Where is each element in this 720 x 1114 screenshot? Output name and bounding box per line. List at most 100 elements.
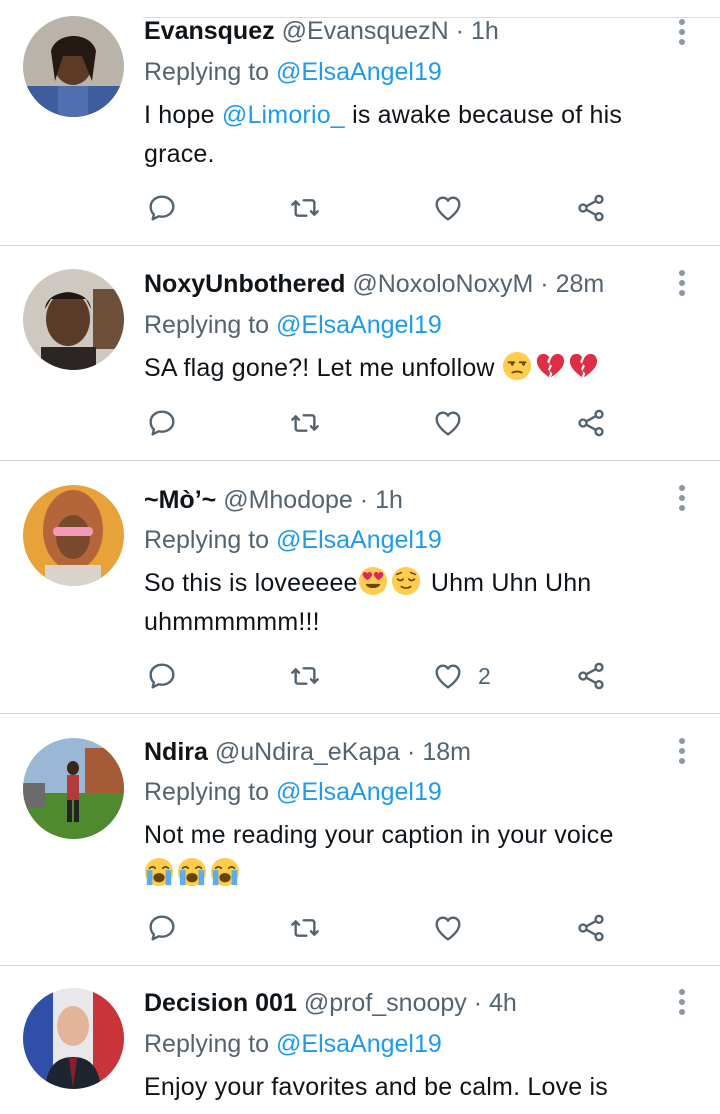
more-options-icon[interactable]: [676, 485, 688, 511]
heart-icon: [432, 407, 464, 439]
tweet-text-part: So this is loveeeee: [144, 569, 358, 597]
tweet-header: NoxyUnbothered @NoxoloNoxyM · 28m: [144, 267, 660, 301]
retweet-button[interactable]: [289, 908, 321, 948]
more-options-icon[interactable]: [676, 738, 688, 764]
share-icon: [575, 660, 607, 692]
heart-icon: [432, 192, 464, 224]
heart-icon: [432, 912, 464, 944]
replying-to-line: Replying to @ElsaAngel19: [144, 1027, 442, 1061]
tweet[interactable]: Decision 001 @prof_snoopy · 4h Replying …: [0, 966, 720, 1114]
replying-to-mention[interactable]: @ElsaAngel19: [276, 526, 442, 554]
tweet[interactable]: NoxyUnbothered @NoxoloNoxyM · 28m Replyi…: [0, 246, 720, 461]
tweet-actions: 2: [0, 656, 720, 696]
avatar[interactable]: [23, 485, 124, 586]
tweet-text-part: SA flag gone?! Let me unfollow: [144, 354, 495, 382]
tweet-header: Evansquez @EvansquezN · 1h: [144, 14, 660, 48]
loudly-crying-emoji: [144, 857, 174, 887]
display-name[interactable]: Ndira: [144, 738, 208, 766]
broken-heart-emoji: [568, 351, 598, 381]
share-icon: [575, 912, 607, 944]
tweet[interactable]: Ndira @uNdira_eKapa · 18m Replying to @E…: [0, 714, 720, 966]
timestamp[interactable]: 1h: [375, 486, 403, 514]
reply-button[interactable]: [146, 188, 178, 228]
tweet[interactable]: Evansquez @EvansquezN · 1h Replying to @…: [0, 0, 720, 246]
timestamp[interactable]: 18m: [422, 738, 471, 766]
more-options-icon[interactable]: [676, 270, 688, 296]
replying-to-mention[interactable]: @ElsaAngel19: [276, 1030, 442, 1058]
share-button[interactable]: [575, 908, 607, 948]
reply-button[interactable]: [146, 403, 178, 443]
reply-button[interactable]: [146, 656, 178, 696]
tweet-text: Not me reading your caption in your voic…: [144, 816, 680, 894]
heart-icon: [432, 660, 464, 692]
avatar[interactable]: [23, 988, 124, 1089]
replying-to-mention[interactable]: @ElsaAngel19: [276, 778, 442, 806]
replying-to-line: Replying to @ElsaAngel19: [144, 55, 442, 89]
mention-link[interactable]: @Limorio_: [222, 101, 345, 129]
reply-icon: [146, 912, 178, 944]
retweet-button[interactable]: [289, 403, 321, 443]
tweet-text: I hope @Limorio_ is awake because of his…: [144, 96, 680, 174]
more-options-icon[interactable]: [676, 19, 688, 45]
tweet-text: Enjoy your favorites and be calm. Love i…: [144, 1068, 680, 1107]
retweet-button[interactable]: [289, 188, 321, 228]
share-button[interactable]: [575, 403, 607, 443]
share-button[interactable]: [575, 656, 607, 696]
tweet-text-part: Enjoy your favorites and be calm. Love i…: [144, 1073, 608, 1101]
like-button[interactable]: [432, 403, 478, 443]
reply-button[interactable]: [146, 908, 178, 948]
replying-to-label: Replying to: [144, 778, 270, 806]
timestamp[interactable]: 28m: [556, 270, 605, 298]
replying-to-label: Replying to: [144, 311, 270, 339]
user-handle[interactable]: @NoxoloNoxyM: [352, 270, 533, 298]
tweet-text-part: Not me reading your caption in your voic…: [144, 821, 614, 849]
tweet[interactable]: ~Mò’~ @Mhodope · 1h Replying to @ElsaAng…: [0, 461, 720, 714]
share-icon: [575, 407, 607, 439]
tweet-actions: [0, 188, 720, 228]
separator-dot: ·: [540, 270, 549, 298]
timestamp[interactable]: 1h: [471, 17, 499, 45]
display-name[interactable]: Decision 001: [144, 989, 297, 1017]
separator-dot: ·: [359, 486, 369, 514]
avatar[interactable]: [23, 16, 124, 117]
like-button[interactable]: [432, 188, 478, 228]
retweet-icon: [289, 192, 321, 224]
tweet-header: Decision 001 @prof_snoopy · 4h: [144, 986, 660, 1020]
user-handle[interactable]: @EvansquezN: [282, 17, 449, 45]
retweet-button[interactable]: [289, 656, 321, 696]
tweet-text-part: I hope: [144, 101, 222, 129]
tweet-actions: [0, 403, 720, 443]
avatar[interactable]: [23, 269, 124, 370]
replying-to-line: Replying to @ElsaAngel19: [144, 523, 442, 557]
replying-to-label: Replying to: [144, 526, 270, 554]
like-button[interactable]: [432, 908, 478, 948]
replying-to-line: Replying to @ElsaAngel19: [144, 775, 442, 809]
tweet-header: ~Mò’~ @Mhodope · 1h: [144, 483, 660, 517]
avatar[interactable]: [23, 738, 124, 839]
relieved-face-emoji: [391, 566, 421, 596]
more-options-icon[interactable]: [676, 989, 688, 1015]
separator-dot: ·: [473, 989, 483, 1017]
like-count: 2: [478, 662, 491, 689]
share-icon: [575, 192, 607, 224]
retweet-icon: [289, 660, 321, 692]
unamused-face-emoji: [502, 351, 532, 381]
display-name[interactable]: Evansquez: [144, 17, 275, 45]
reply-icon: [146, 407, 178, 439]
replying-to-mention[interactable]: @ElsaAngel19: [276, 58, 442, 86]
user-handle[interactable]: @prof_snoopy: [304, 989, 467, 1017]
timestamp[interactable]: 4h: [489, 989, 517, 1017]
broken-heart-emoji: [535, 351, 565, 381]
retweet-icon: [289, 407, 321, 439]
user-handle[interactable]: @uNdira_eKapa: [215, 738, 400, 766]
tweet-text: SA flag gone?! Let me unfollow: [144, 349, 680, 388]
reply-icon: [146, 192, 178, 224]
separator-dot: ·: [407, 738, 416, 766]
like-button[interactable]: 2: [432, 656, 491, 696]
user-handle[interactable]: @Mhodope: [223, 486, 353, 514]
share-button[interactable]: [575, 188, 607, 228]
display-name[interactable]: ~Mò’~: [144, 486, 216, 514]
display-name[interactable]: NoxyUnbothered: [144, 270, 345, 298]
tweet-header: Ndira @uNdira_eKapa · 18m: [144, 735, 660, 769]
replying-to-mention[interactable]: @ElsaAngel19: [276, 311, 442, 339]
